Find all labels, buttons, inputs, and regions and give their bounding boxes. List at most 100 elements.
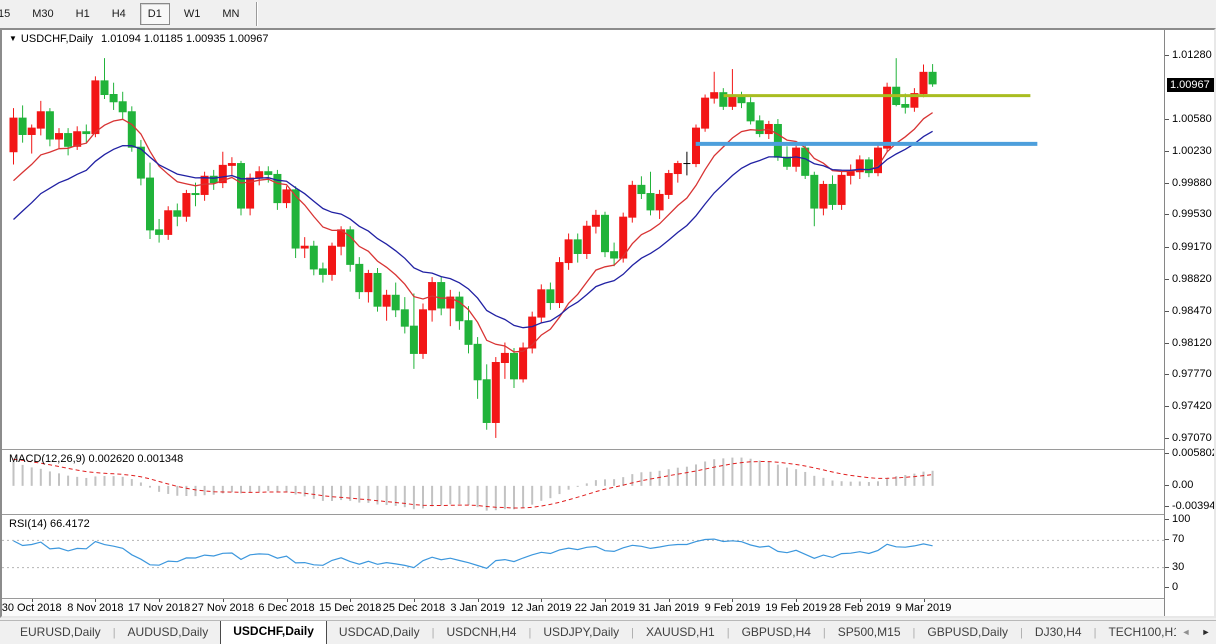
- candle-body: [602, 215, 609, 251]
- candlestick-plot[interactable]: [2, 30, 1164, 447]
- timeframe-toolbar: 15 M30 H1 H4 D1 W1MN: [0, 0, 1216, 29]
- rsi-axis-label: 70: [1172, 533, 1184, 545]
- candle-body: [838, 175, 845, 204]
- macd-axis-label: 0.005802: [1172, 447, 1214, 459]
- candle-body: [374, 273, 381, 306]
- candle-body: [401, 310, 408, 326]
- candle-body: [620, 217, 627, 258]
- candle-body: [802, 148, 809, 175]
- chart-tab-usdcad[interactable]: USDCAD,Daily: [327, 621, 432, 644]
- candle-body: [611, 252, 618, 258]
- candle-body: [356, 264, 363, 291]
- candle-body: [92, 81, 99, 134]
- price-label: 0.97420: [1172, 400, 1212, 412]
- candle-body: [301, 246, 308, 248]
- candle-body: [19, 118, 26, 134]
- date-label: 17 Nov 2018: [128, 602, 190, 614]
- candle-body: [774, 124, 781, 157]
- candle-body: [228, 164, 235, 166]
- tabs-scroll-left-icon[interactable]: ◄: [1182, 621, 1191, 644]
- price-axis[interactable]: 1.012801.005801.002300.998800.995300.991…: [1164, 30, 1214, 616]
- macd-axis-label: 0.00: [1172, 479, 1193, 491]
- date-label: 28 Feb 2019: [829, 602, 891, 614]
- date-label: 9 Feb 2019: [705, 602, 761, 614]
- timeframe-button-w1[interactable]: W1: [176, 3, 209, 25]
- candle-body: [28, 128, 35, 134]
- date-axis[interactable]: 30 Oct 20188 Nov 201817 Nov 201827 Nov 2…: [2, 598, 1164, 616]
- macd-pane[interactable]: MACD(12,26,9) 0.002620 0.001348: [2, 449, 1164, 513]
- chart-tab-usdjpy[interactable]: USDJPY,Daily: [531, 621, 631, 644]
- date-label: 15 Dec 2018: [319, 602, 381, 614]
- candle-body: [174, 211, 181, 216]
- timeframe-button-d1[interactable]: D1: [140, 3, 170, 25]
- candle-body: [847, 172, 854, 176]
- timeframe-button-15[interactable]: 15: [0, 3, 18, 25]
- price-label: 0.97070: [1172, 432, 1212, 444]
- rsi-plot[interactable]: [2, 515, 1164, 597]
- rsi-line: [14, 539, 933, 568]
- chart-tab-usdchf[interactable]: USDCHF,Daily: [220, 620, 327, 644]
- candle-body: [483, 380, 490, 423]
- chart-window: ▼USDCHF,Daily1.01094 1.01185 1.00935 1.0…: [0, 28, 1216, 618]
- chart-tab-xauusd[interactable]: XAUUSD,H1: [634, 621, 727, 644]
- chart-symbol-period: USDCHF,Daily: [21, 33, 93, 45]
- candle-body: [492, 363, 499, 423]
- candle-body: [647, 194, 654, 210]
- candle-body: [46, 112, 53, 139]
- candle-body: [829, 184, 836, 204]
- candle-body: [756, 121, 763, 134]
- candle-body: [383, 295, 390, 306]
- date-label: 19 Feb 2019: [765, 602, 827, 614]
- axis-tick: [1165, 406, 1169, 407]
- timeframe-button-h4[interactable]: H4: [104, 3, 134, 25]
- axis-tick: [1165, 519, 1169, 520]
- candle-body: [147, 178, 154, 230]
- candle-body: [875, 148, 882, 173]
- price-label: 0.99170: [1172, 241, 1212, 253]
- candle-body: [256, 172, 263, 178]
- chart-dropdown-icon[interactable]: ▼: [9, 34, 17, 43]
- axis-tick: [1165, 311, 1169, 312]
- price-label: 1.00580: [1172, 113, 1212, 125]
- timeframe-button-mn[interactable]: MN: [214, 3, 247, 25]
- candle-body: [65, 134, 72, 147]
- candle-body: [420, 310, 427, 354]
- chart-tab-sp500[interactable]: SP500,M15: [826, 621, 913, 644]
- axis-tick: [1165, 343, 1169, 344]
- chart-tab-audusd[interactable]: AUDUSD,Daily: [116, 621, 221, 644]
- candle-body: [747, 103, 754, 121]
- axis-tick: [1165, 55, 1169, 56]
- date-label: 22 Jan 2019: [575, 602, 636, 614]
- chart-tab-gbpusd[interactable]: GBPUSD,H4: [730, 621, 823, 644]
- candle-body: [329, 246, 336, 274]
- rsi-pane[interactable]: RSI(14) 66.4172: [2, 514, 1164, 597]
- chart-tab-gbpusd[interactable]: GBPUSD,Daily: [915, 621, 1020, 644]
- candle-body: [811, 175, 818, 208]
- candle-body: [592, 215, 599, 226]
- date-label: 30 Oct 2018: [2, 602, 62, 614]
- axis-tick: [1165, 506, 1169, 507]
- timeframe-button-h1[interactable]: H1: [68, 3, 98, 25]
- date-label: 6 Dec 2018: [258, 602, 314, 614]
- chart-tab-dj30[interactable]: DJ30,H4: [1023, 621, 1094, 644]
- axis-tick: [1165, 587, 1169, 588]
- candle-body: [511, 353, 518, 378]
- candle-body: [929, 72, 936, 84]
- axis-tick: [1165, 453, 1169, 454]
- candle-body: [474, 344, 481, 379]
- axis-tick: [1165, 279, 1169, 280]
- chart-tab-usdcnh[interactable]: USDCNH,H4: [434, 621, 528, 644]
- rsi-axis-label: 0: [1172, 581, 1178, 593]
- axis-tick: [1165, 151, 1169, 152]
- candle-body: [583, 226, 590, 253]
- candle-body: [438, 283, 445, 308]
- timeframe-button-m30[interactable]: M30: [24, 3, 61, 25]
- candle-body: [565, 240, 572, 263]
- tabs-scroll-right-icon[interactable]: ►: [1202, 621, 1211, 644]
- chart-title: ▼USDCHF,Daily1.01094 1.01185 1.00935 1.0…: [9, 33, 268, 45]
- price-label: 0.98470: [1172, 305, 1212, 317]
- main-chart-pane[interactable]: ▼USDCHF,Daily1.01094 1.01185 1.00935 1.0…: [2, 30, 1164, 447]
- chart-tab-eurusd[interactable]: EURUSD,Daily: [8, 621, 113, 644]
- candle-body: [638, 185, 645, 193]
- candle-body: [529, 317, 536, 348]
